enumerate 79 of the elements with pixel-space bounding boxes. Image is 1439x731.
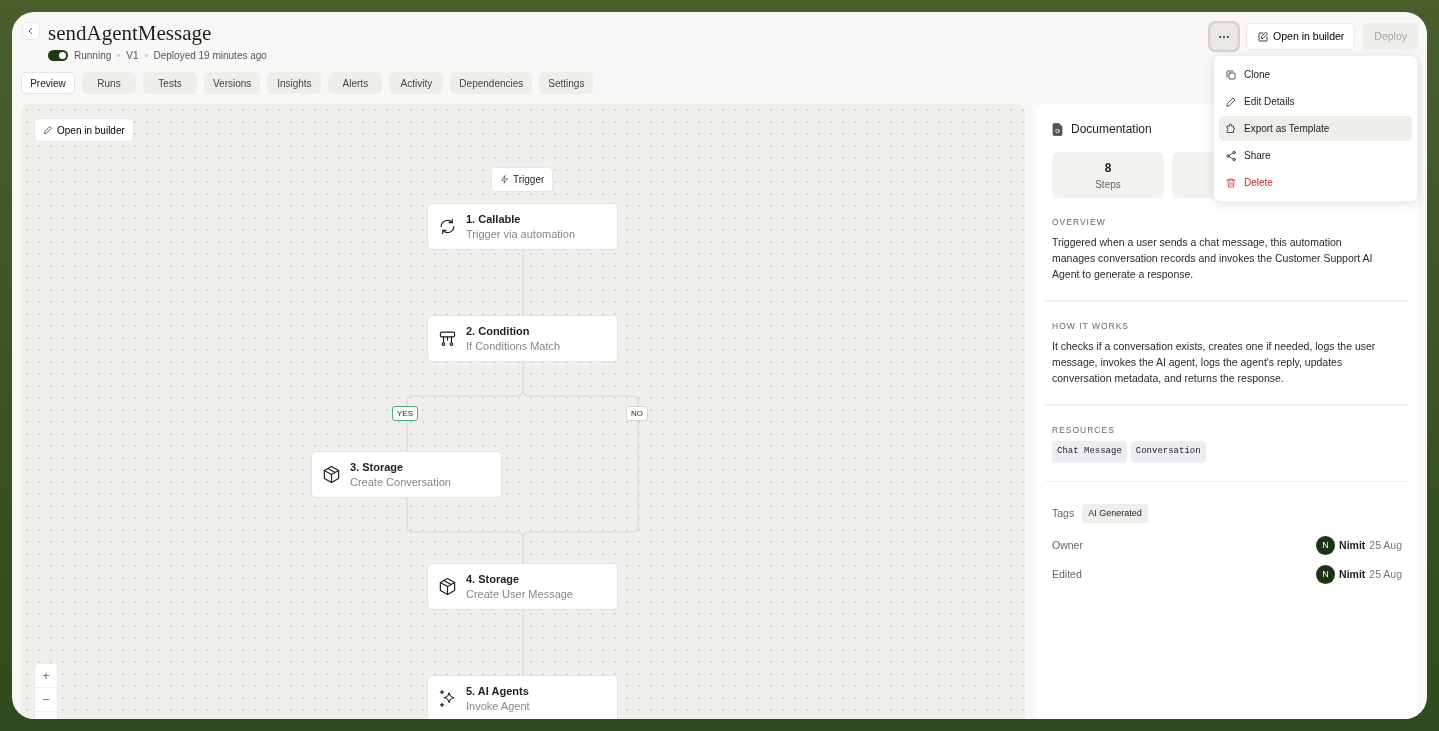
more-icon [1218, 34, 1231, 39]
flow-node[interactable]: 4. Storage Create User Message [427, 563, 618, 610]
tab[interactable]: Preview [21, 72, 75, 94]
flow-node[interactable]: 5. AI Agents Invoke Agent [427, 675, 618, 719]
menu-item[interactable]: Edit Details [1219, 89, 1412, 114]
section-text: Triggered when a user sends a chat message, this automation manages conversation records and invokes the Customer Support AI Agent to generate a response. [1052, 234, 1374, 282]
share-icon [1225, 149, 1237, 162]
node-title: 1. Callable [466, 211, 522, 227]
tab[interactable]: Settings [539, 72, 594, 94]
panel-title: Documentation [1071, 121, 1152, 138]
node-title: 5. AI Agents [466, 683, 530, 699]
more-button[interactable] [1210, 23, 1239, 50]
tab[interactable]: Dependencies [450, 72, 533, 94]
node-subtitle: Invoke Agent [466, 698, 530, 714]
status-toggle[interactable] [48, 50, 68, 61]
tag: AI Generated [1082, 503, 1148, 524]
resource-chip: Chat Message [1052, 441, 1127, 463]
section-heading: RESOURCES [1052, 423, 1116, 437]
branch-label: YES [392, 406, 418, 421]
cube-icon [438, 577, 457, 596]
document-icon [1052, 122, 1063, 136]
avatar: N [1316, 536, 1336, 556]
flow-node[interactable]: 2. Condition If Conditions Match [427, 315, 618, 362]
node-subtitle: Create Conversation [350, 474, 451, 490]
sync-icon [438, 217, 457, 236]
cube-icon [322, 465, 341, 484]
edit-icon [1257, 30, 1270, 43]
open-in-builder-button[interactable]: Open in builder [34, 118, 134, 142]
zoom-in-button[interactable]: + [35, 664, 57, 688]
tab[interactable]: Tests [143, 72, 197, 94]
stat-value: 8 [1104, 159, 1112, 177]
pencil-icon [43, 125, 53, 135]
deployed-text: Deployed 19 minutes ago [153, 49, 267, 63]
tab[interactable]: Activity [389, 72, 444, 94]
page-title: sendAgentMessage [48, 22, 213, 44]
stat-label: Steps [1095, 177, 1121, 192]
back-button[interactable] [22, 22, 40, 40]
trash-icon [1225, 176, 1237, 189]
node-title: 3. Storage [350, 459, 405, 475]
tab[interactable]: Alerts [328, 72, 383, 94]
branch-label: NO [626, 406, 648, 421]
status-text: Running [74, 49, 112, 63]
tab[interactable]: Versions [204, 72, 261, 94]
tags-label: Tags [1052, 505, 1075, 521]
flow-node[interactable]: 3. Storage Create Conversation [311, 451, 502, 498]
flowchart-icon [438, 329, 457, 348]
user-name: Nimit [1339, 537, 1366, 553]
zoom-out-button[interactable]: − [35, 688, 57, 712]
tab[interactable]: Insights [267, 72, 322, 94]
node-title: 4. Storage [466, 571, 521, 587]
node-title: 2. Condition [466, 323, 531, 339]
lightning-icon [500, 175, 509, 184]
date-text: 25 Aug [1369, 566, 1402, 582]
menu-item[interactable]: Share [1219, 143, 1412, 168]
resource-chip: Conversation [1130, 441, 1206, 463]
section-heading: OVERVIEW [1052, 216, 1107, 229]
node-subtitle: Create User Message [466, 586, 573, 602]
trigger-chip: Trigger [491, 167, 554, 192]
user-name: Nimit [1339, 566, 1366, 582]
flow-node[interactable]: 1. Callable Trigger via automation [427, 203, 618, 250]
open-in-builder-button[interactable]: Open in builder [1246, 23, 1356, 50]
field-label: Owner [1052, 537, 1083, 553]
sparkle-icon [438, 689, 457, 708]
section-heading: HOW IT WORKS [1052, 319, 1130, 333]
date-text: 25 Aug [1369, 537, 1402, 553]
menu-item[interactable]: Export as Template [1219, 116, 1412, 141]
copy-icon [1225, 68, 1237, 81]
version-text: V1 [126, 49, 139, 63]
section-text: It checks if a conversation exists, creates one if needed, logs the user message, invokes the AI agent, logs the agent's reply, updates conversation metadata, and returns the response. [1052, 338, 1377, 386]
menu-item[interactable]: Clone [1219, 62, 1412, 87]
puzzle-icon [1225, 122, 1237, 135]
pencil-icon [1225, 95, 1237, 108]
menu-item[interactable]: Delete [1219, 170, 1412, 195]
tab[interactable]: Runs [82, 72, 136, 94]
node-subtitle: If Conditions Match [466, 338, 561, 354]
avatar: N [1316, 565, 1336, 585]
node-subtitle: Trigger via automation [466, 226, 576, 242]
back-icon [27, 27, 35, 35]
field-label: Edited [1052, 566, 1082, 582]
